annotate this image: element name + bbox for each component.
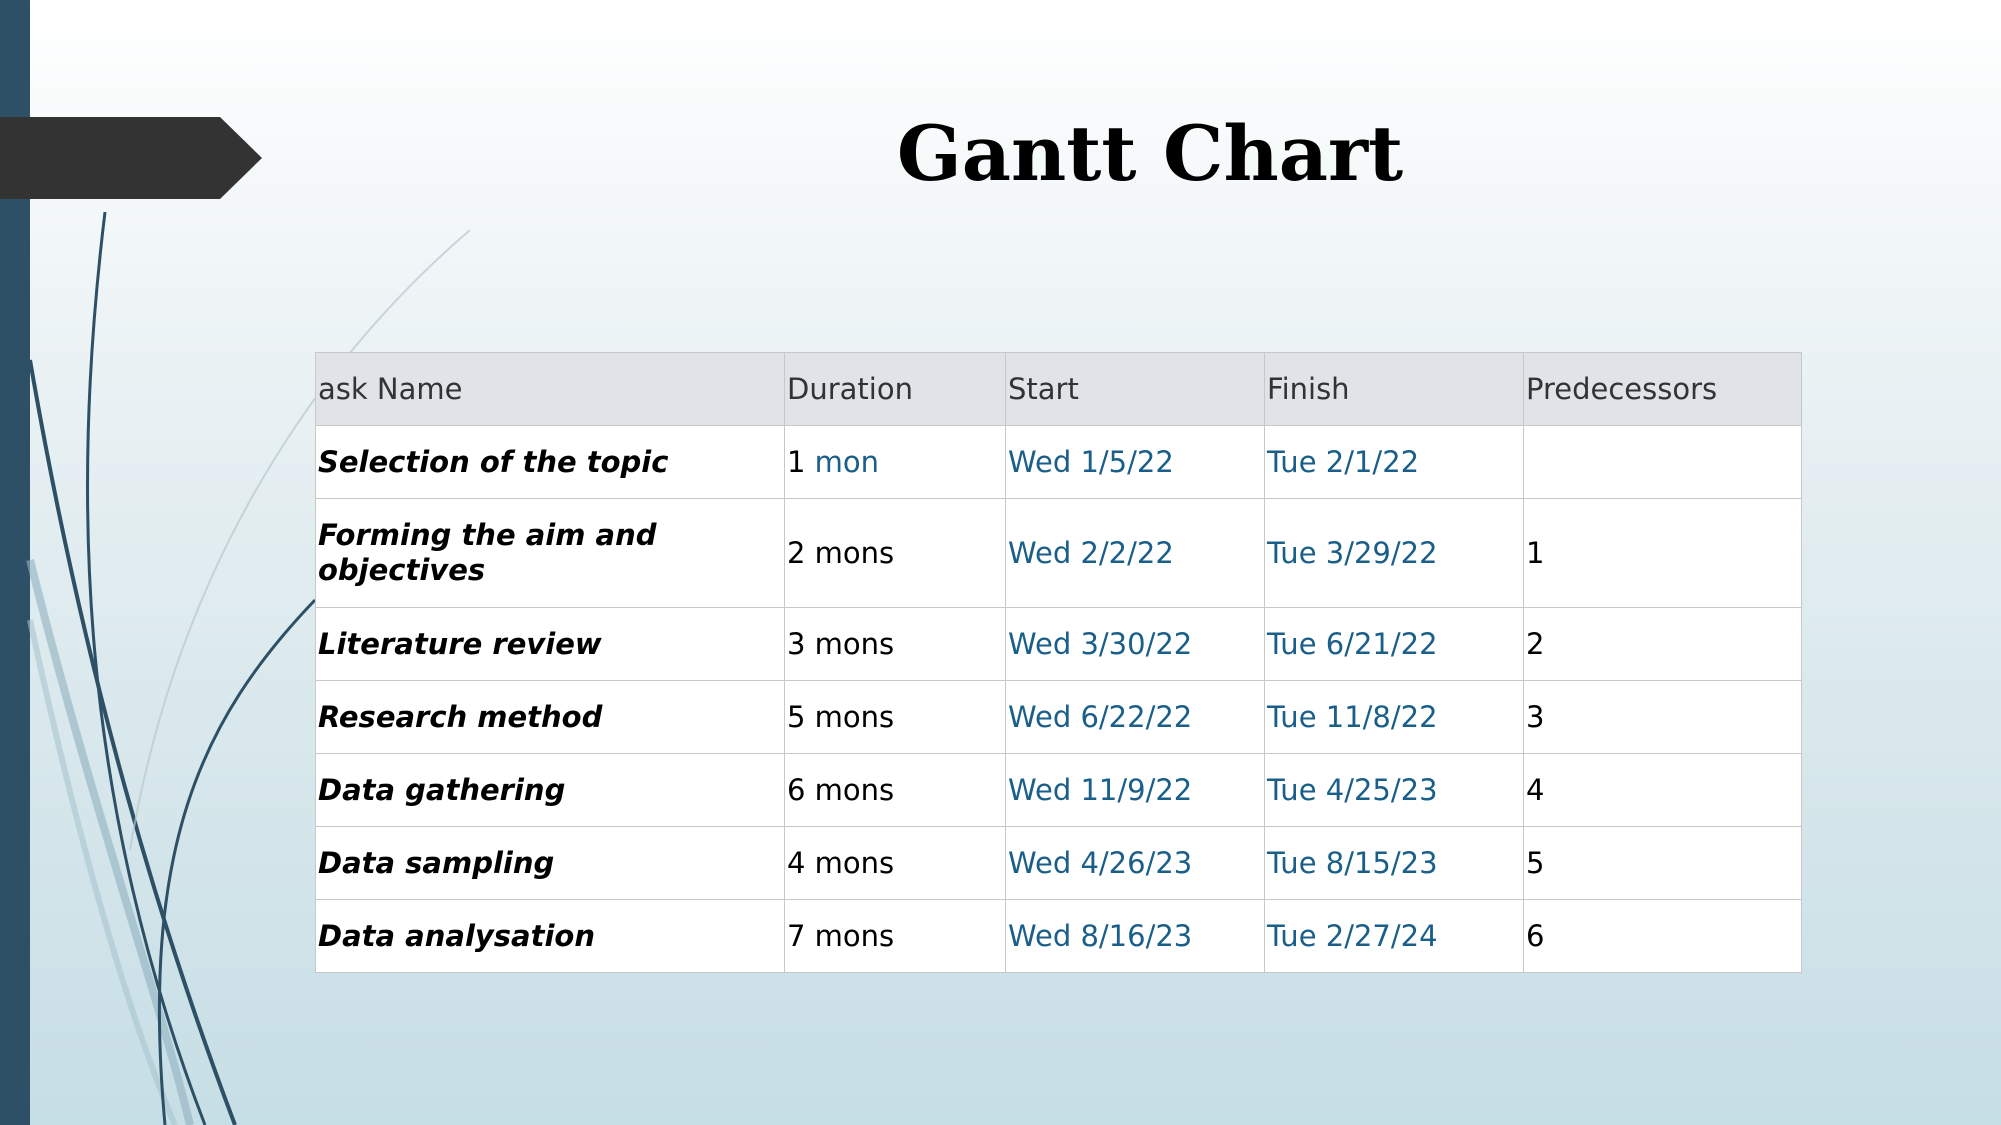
duration-cell: 4 mons: [784, 826, 1006, 900]
finish-cell: Tue 2/1/22: [1264, 425, 1524, 499]
duration-number: 1: [787, 444, 806, 479]
predecessors-cell: [1523, 425, 1802, 499]
finish-cell: Tue 2/27/24: [1264, 899, 1524, 973]
start-cell: Wed 3/30/22: [1005, 607, 1265, 681]
predecessors-cell: 4: [1523, 753, 1802, 827]
table-row: Literature review 3 mons Wed 3/30/22 Tue…: [315, 607, 1802, 681]
finish-cell: Tue 6/21/22: [1264, 607, 1524, 681]
gantt-table: ask Name Duration Start Finish Predecess…: [315, 352, 1802, 973]
finish-cell: Tue 4/25/23: [1264, 753, 1524, 827]
duration-cell: 3 mons: [784, 607, 1006, 681]
header-task-name: ask Name: [315, 352, 785, 426]
start-cell: Wed 8/16/23: [1005, 899, 1265, 973]
finish-cell: Tue 3/29/22: [1264, 498, 1524, 608]
duration-cell: 1 mon: [784, 425, 1006, 499]
task-name-cell: Data gathering: [315, 753, 785, 827]
start-cell: Wed 1/5/22: [1005, 425, 1265, 499]
duration-cell: 6 mons: [784, 753, 1006, 827]
duration-cell: 7 mons: [784, 899, 1006, 973]
predecessors-cell: 5: [1523, 826, 1802, 900]
arrow-tab-shape: [0, 117, 262, 199]
table-row: Selection of the topic 1 mon Wed 1/5/22 …: [315, 425, 1802, 499]
duration-cell: 2 mons: [784, 498, 1006, 608]
duration-unit: mon: [814, 444, 880, 479]
table-row: Data gathering 6 mons Wed 11/9/22 Tue 4/…: [315, 753, 1802, 827]
table-header-row: ask Name Duration Start Finish Predecess…: [315, 352, 1802, 426]
header-predecessors: Predecessors: [1523, 352, 1802, 426]
predecessors-cell: 1: [1523, 498, 1802, 608]
task-name-cell: Literature review: [315, 607, 785, 681]
predecessors-cell: 6: [1523, 899, 1802, 973]
task-name-cell: Data analysation: [315, 899, 785, 973]
task-name-cell: Data sampling: [315, 826, 785, 900]
start-cell: Wed 2/2/22: [1005, 498, 1265, 608]
duration-cell: 5 mons: [784, 680, 1006, 754]
header-duration: Duration: [784, 352, 1006, 426]
start-cell: Wed 4/26/23: [1005, 826, 1265, 900]
predecessors-cell: 3: [1523, 680, 1802, 754]
task-name-cell: Selection of the topic: [315, 425, 785, 499]
start-cell: Wed 6/22/22: [1005, 680, 1265, 754]
table-row: Forming the aim and objectives 2 mons We…: [315, 498, 1802, 608]
table-row: Research method 5 mons Wed 6/22/22 Tue 1…: [315, 680, 1802, 754]
table-row: Data sampling 4 mons Wed 4/26/23 Tue 8/1…: [315, 826, 1802, 900]
task-name-cell: Forming the aim and objectives: [315, 498, 785, 608]
slide-title: Gantt Chart: [896, 109, 1404, 198]
predecessors-cell: 2: [1523, 607, 1802, 681]
table-row: Data analysation 7 mons Wed 8/16/23 Tue …: [315, 899, 1802, 973]
task-name-cell: Research method: [315, 680, 785, 754]
header-finish: Finish: [1264, 352, 1524, 426]
finish-cell: Tue 8/15/23: [1264, 826, 1524, 900]
header-start: Start: [1005, 352, 1265, 426]
start-cell: Wed 11/9/22: [1005, 753, 1265, 827]
finish-cell: Tue 11/8/22: [1264, 680, 1524, 754]
